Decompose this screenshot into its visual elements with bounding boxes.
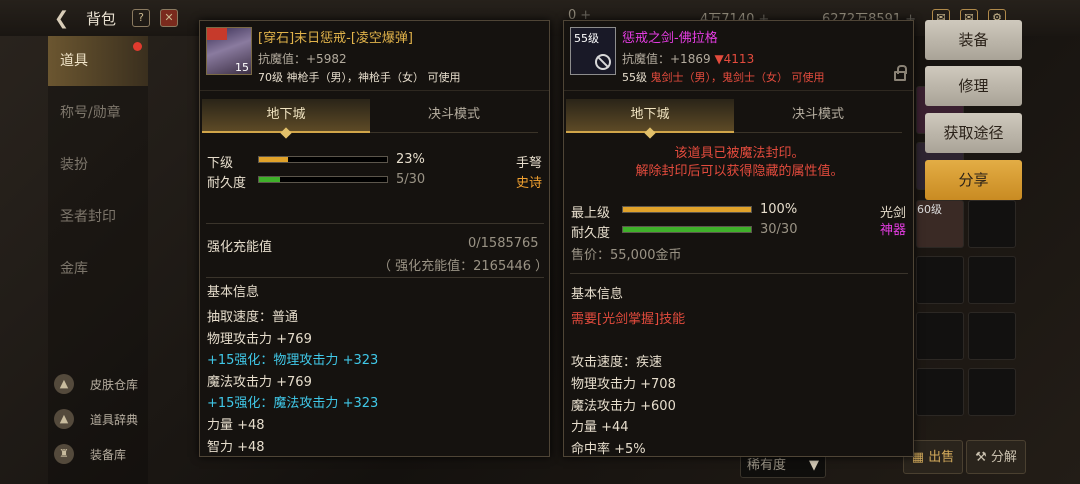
grade-label: 最上级 bbox=[571, 206, 611, 221]
required-skill: 需要[光剑掌握]技能 bbox=[571, 312, 686, 327]
grade-bar bbox=[622, 206, 752, 213]
durability-bar bbox=[258, 176, 388, 183]
stat-line: 智力 +48 bbox=[207, 440, 265, 455]
tab-duel[interactable]: 决斗模式 bbox=[734, 99, 902, 133]
item-icon: 55级 bbox=[570, 27, 616, 75]
page-title: 背包 bbox=[86, 10, 117, 28]
sidebar-item-titles[interactable]: 称号/勋章 bbox=[48, 88, 148, 138]
durability-label: 耐久度 bbox=[571, 226, 611, 241]
grade-value: 23% bbox=[396, 152, 425, 167]
enhance-label: 强化充能值 bbox=[207, 240, 273, 255]
sidebar-item-saint-seal[interactable]: 圣者封印 bbox=[48, 192, 148, 242]
stat-line: 魔法攻击力 +600 bbox=[571, 399, 676, 414]
sidebar-item-costumes[interactable]: 装扮 bbox=[48, 140, 148, 190]
mode-tabs: 地下城 决斗模式 bbox=[200, 99, 549, 133]
grade-label: 下级 bbox=[207, 156, 234, 171]
tab-dungeon[interactable]: 地下城 bbox=[566, 99, 734, 133]
usable-classes: 55级 鬼剑士（男），鬼剑士（女） 可使用 bbox=[622, 71, 825, 84]
basic-info-title: 基本信息 bbox=[571, 287, 624, 302]
badge-icon bbox=[207, 28, 227, 40]
item-header: 15 [穿石]末日惩戒-[凌空爆弹] 抗魔值：+5982 70级 神枪手（男），… bbox=[200, 21, 549, 91]
stat-line: +15强化：物理攻击力 +323 bbox=[207, 353, 379, 368]
trash-icon[interactable]: ✕ bbox=[160, 9, 178, 27]
sidebar-item-vault[interactable]: 金库 bbox=[48, 244, 148, 294]
mode-tabs: 地下城 决斗模式 bbox=[564, 99, 913, 133]
basic-info-title: 基本信息 bbox=[207, 285, 260, 300]
acquire-source-button[interactable]: 获取途径 bbox=[925, 113, 1022, 153]
stat-line: 命中率 +5% bbox=[571, 442, 646, 457]
inventory-slot[interactable] bbox=[968, 368, 1016, 416]
equipment-library-icon: ♜ bbox=[54, 444, 74, 464]
stat-line: 抽取速度：普通 bbox=[207, 310, 299, 325]
stat-line: 物理攻击力 +769 bbox=[207, 332, 312, 347]
item-name: 惩戒之剑-佛拉格 bbox=[622, 31, 718, 46]
warehouse-icon: ▲ bbox=[54, 374, 74, 394]
enhance-value: 0/1585765 bbox=[468, 236, 539, 251]
tab-dungeon[interactable]: 地下城 bbox=[202, 99, 370, 133]
stat-line: +15强化：魔法攻击力 +323 bbox=[207, 396, 379, 411]
item-icon: 15 bbox=[206, 27, 252, 75]
dictionary-icon: ▲ bbox=[54, 409, 74, 429]
back-arrow-icon[interactable]: ❮ bbox=[54, 8, 69, 29]
disassemble-button[interactable]: ⚒ 分解 bbox=[966, 440, 1026, 474]
help-icon[interactable]: ? bbox=[132, 9, 150, 27]
item-name: [穿石]末日惩戒-[凌空爆弹] bbox=[258, 31, 413, 46]
lock-icon[interactable] bbox=[894, 65, 907, 81]
item-header: 55级 惩戒之剑-佛拉格 抗魔值：+1869 ▼4113 55级 鬼剑士（男），… bbox=[564, 21, 913, 91]
rarity-label: 神器 bbox=[880, 223, 907, 238]
usable-classes: 70级 神枪手（男），神枪手（女） 可使用 bbox=[258, 71, 461, 84]
notification-dot bbox=[133, 42, 142, 51]
tooltip-compared-item: 55级 惩戒之剑-佛拉格 抗魔值：+1869 ▼4113 55级 鬼剑士（男），… bbox=[563, 20, 914, 457]
grade-bar bbox=[258, 156, 388, 163]
inventory-slot[interactable] bbox=[916, 256, 964, 304]
inventory-slot[interactable] bbox=[916, 312, 964, 360]
equip-button[interactable]: 装备 bbox=[925, 20, 1022, 60]
durability-bar bbox=[622, 226, 752, 233]
tab-duel[interactable]: 决斗模式 bbox=[370, 99, 538, 133]
inventory-slot[interactable]: 60级 bbox=[916, 200, 964, 248]
rarity-label: 史诗 bbox=[516, 176, 543, 191]
durability-value: 5/30 bbox=[396, 172, 426, 187]
sealed-icon bbox=[595, 54, 611, 70]
stat-line: 魔法攻击力 +769 bbox=[207, 375, 312, 390]
sidebar-item-items[interactable]: 道具 bbox=[48, 36, 148, 86]
tooltip-equipped-item: 15 [穿石]末日惩戒-[凌空爆弹] 抗魔值：+5982 70级 神枪手（男），… bbox=[199, 20, 550, 457]
enhance-sub-value: （ 强化充能值：2165446 ） bbox=[378, 259, 549, 274]
stat-line: 力量 +48 bbox=[207, 418, 265, 433]
seal-message: 解除封印后可以获得隐藏的属性值。 bbox=[635, 164, 844, 179]
anti-magic-value: 抗魔值：+1869 ▼4113 bbox=[622, 52, 755, 66]
anti-magic-value: 抗魔值：+5982 bbox=[258, 52, 347, 66]
durability-label: 耐久度 bbox=[207, 176, 247, 191]
sell-price: 售价：55,000金币 bbox=[571, 248, 682, 263]
weapon-type: 手弩 bbox=[516, 156, 543, 171]
stat-line: 物理攻击力 +708 bbox=[571, 377, 676, 392]
durability-value: 30/30 bbox=[760, 222, 798, 237]
stat-line: 攻击速度：疾速 bbox=[571, 355, 663, 370]
stat-line: 力量 +44 bbox=[571, 420, 629, 435]
inventory-slot[interactable] bbox=[968, 312, 1016, 360]
inventory-slot[interactable] bbox=[968, 200, 1016, 248]
inventory-slot[interactable] bbox=[916, 368, 964, 416]
share-button[interactable]: 分享 bbox=[925, 160, 1022, 200]
inventory-slot[interactable] bbox=[968, 256, 1016, 304]
seal-message: 该道具已被魔法封印。 bbox=[674, 146, 805, 161]
divider bbox=[206, 277, 544, 278]
divider bbox=[570, 273, 908, 274]
grade-value: 100% bbox=[760, 202, 798, 217]
divider bbox=[206, 223, 544, 224]
repair-button[interactable]: 修理 bbox=[925, 66, 1022, 106]
